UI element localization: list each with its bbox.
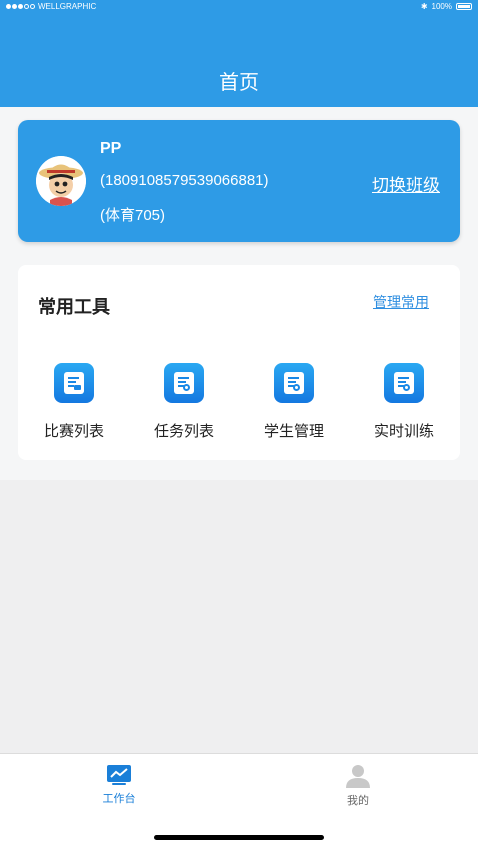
tools-card: 常用工具 管理常用 比赛列表 任务列表 学生管理 实时训练 — [18, 265, 460, 460]
home-indicator — [154, 835, 324, 840]
workbench-icon — [107, 765, 131, 785]
tool-label: 比赛列表 — [43, 422, 104, 440]
tool-competition-list[interactable]: 比赛列表 — [19, 363, 129, 441]
bluetooth-icon: ✱ — [420, 2, 428, 11]
signal-icon — [6, 4, 35, 9]
realtime-training-icon — [384, 363, 424, 403]
page-title: 首页 — [219, 72, 259, 94]
tool-label: 学生管理 — [263, 422, 324, 440]
user-class: (体育705) — [100, 207, 166, 224]
app-header: WELLGRAPHIC ✱ 100% 首页 — [0, 0, 478, 107]
carrier-label: WELLGRAPHIC — [38, 2, 97, 11]
profile-card: PP (180910857953906688​1) (体育705) 切换班级 — [18, 120, 460, 242]
user-name: PP — [100, 140, 122, 157]
battery-icon — [456, 3, 472, 10]
student-management-icon — [274, 363, 314, 403]
tool-label: 实时训练 — [373, 422, 434, 440]
user-phone: (180910857953906688​1) — [100, 172, 269, 189]
battery-percent: 100% — [431, 2, 452, 11]
avatar[interactable] — [36, 156, 86, 206]
tools-title: 常用工具 — [38, 297, 110, 318]
tool-label: 任务列表 — [153, 422, 214, 440]
competition-list-icon — [54, 363, 94, 403]
tab-mine[interactable]: 我的 — [298, 764, 418, 808]
switch-class-link[interactable]: 切换班级 — [372, 171, 440, 196]
tab-label: 我的 — [347, 794, 369, 807]
tab-label: 工作台 — [102, 792, 136, 805]
profile-icon — [346, 765, 370, 788]
tool-realtime-training[interactable]: 实时训练 — [349, 363, 459, 441]
tab-workbench[interactable]: 工作台 — [59, 764, 179, 806]
tool-student-management[interactable]: 学生管理 — [239, 363, 349, 441]
manage-common-link[interactable]: 管理常用 — [373, 292, 429, 312]
task-list-icon — [164, 363, 204, 403]
status-bar: WELLGRAPHIC ✱ 100% — [0, 0, 478, 14]
tool-task-list[interactable]: 任务列表 — [129, 363, 239, 441]
